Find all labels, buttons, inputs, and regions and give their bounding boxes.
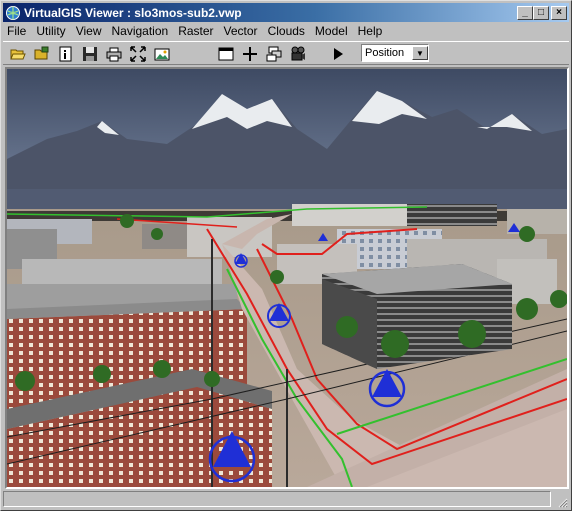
mode-select-value: Position xyxy=(365,47,405,59)
print-button[interactable] xyxy=(105,45,123,63)
menu-bar: File Utility View Navigation Raster Vect… xyxy=(3,22,569,40)
minimize-icon: _ xyxy=(522,6,528,18)
menu-clouds[interactable]: Clouds xyxy=(263,24,310,38)
resize-grip-icon[interactable] xyxy=(556,496,568,508)
fit-to-window-icon xyxy=(130,46,146,62)
3d-scene-viewport[interactable] xyxy=(5,67,569,489)
chevron-down-icon[interactable]: ▼ xyxy=(412,46,428,60)
menu-navigation[interactable]: Navigation xyxy=(106,24,173,38)
play-icon xyxy=(334,48,343,60)
maximize-button[interactable]: □ xyxy=(533,5,549,20)
open-project-icon xyxy=(34,46,49,60)
window-button[interactable] xyxy=(217,45,235,63)
layers-icon xyxy=(266,46,282,62)
save-icon xyxy=(83,47,97,61)
video-camera-icon xyxy=(291,46,305,61)
open-folder-icon xyxy=(10,49,26,60)
globe-app-icon xyxy=(6,5,20,20)
crosshair-button[interactable] xyxy=(241,45,259,63)
snapshot-button[interactable] xyxy=(153,45,171,63)
open-button[interactable] xyxy=(9,45,27,63)
title-bar[interactable]: VirtualGIS Viewer : slo3mos-sub2.vwp _ □… xyxy=(3,3,569,22)
crosshair-icon xyxy=(243,47,257,61)
minimize-button[interactable]: _ xyxy=(517,5,533,20)
window-title: VirtualGIS Viewer : slo3mos-sub2.vwp xyxy=(24,5,242,20)
status-pane xyxy=(3,491,551,507)
layers-button[interactable] xyxy=(265,45,283,63)
menu-model[interactable]: Model xyxy=(310,24,353,38)
close-icon: × xyxy=(556,6,562,18)
status-bar xyxy=(3,491,569,509)
maximize-icon: □ xyxy=(537,6,545,18)
info-icon xyxy=(59,46,72,62)
menu-vector[interactable]: Vector xyxy=(219,24,263,38)
menu-help[interactable]: Help xyxy=(353,24,388,38)
mode-select[interactable]: Position ▼ xyxy=(361,44,429,62)
fit-to-window-button[interactable] xyxy=(129,45,147,63)
menu-file[interactable]: File xyxy=(3,24,31,38)
snapshot-icon xyxy=(154,48,170,61)
window-icon xyxy=(218,47,234,61)
close-button[interactable]: × xyxy=(551,5,567,20)
menu-utility[interactable]: Utility xyxy=(31,24,70,38)
open-project-button[interactable] xyxy=(33,45,51,63)
video-camera-button[interactable] xyxy=(289,45,307,63)
toolbar: Position ▼ xyxy=(3,41,569,65)
menu-raster[interactable]: Raster xyxy=(173,24,218,38)
save-button[interactable] xyxy=(81,45,99,63)
print-icon xyxy=(106,47,122,62)
menu-view[interactable]: View xyxy=(71,24,107,38)
info-button[interactable] xyxy=(57,45,75,63)
play-button[interactable] xyxy=(329,45,347,63)
app-window: VirtualGIS Viewer : slo3mos-sub2.vwp _ □… xyxy=(0,0,572,511)
3d-scene xyxy=(7,69,567,487)
